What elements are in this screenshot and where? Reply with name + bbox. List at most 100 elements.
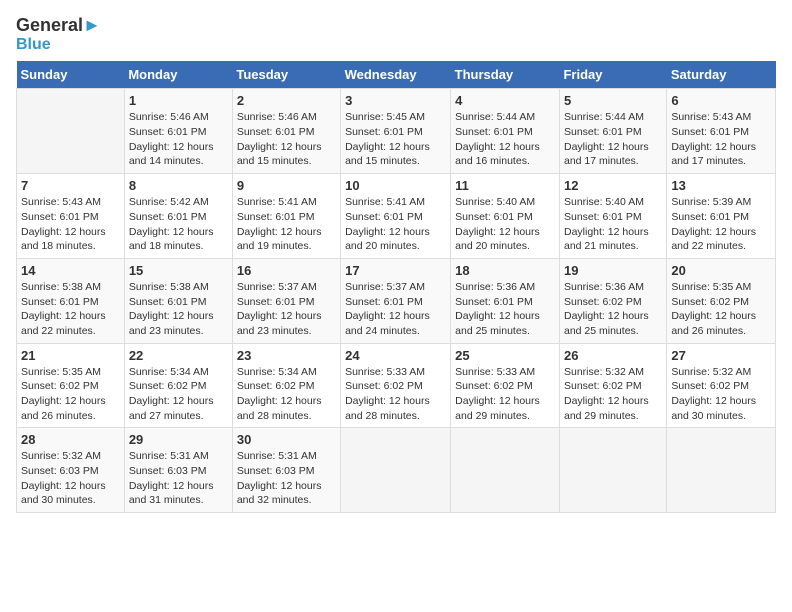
calendar-cell xyxy=(559,428,666,513)
calendar-cell: 23 Sunrise: 5:34 AM Sunset: 6:02 PM Dayli… xyxy=(232,343,340,428)
calendar-cell: 25 Sunrise: 5:33 AM Sunset: 6:02 PM Dayli… xyxy=(451,343,560,428)
day-number: 4 xyxy=(455,93,555,108)
day-header-friday: Friday xyxy=(559,61,666,89)
day-number: 7 xyxy=(21,178,120,193)
day-number: 8 xyxy=(129,178,228,193)
calendar-table: SundayMondayTuesdayWednesdayThursdayFrid… xyxy=(16,61,776,513)
day-info: Sunrise: 5:35 AM Sunset: 6:02 PM Dayligh… xyxy=(21,365,120,424)
calendar-cell: 21Sunrise: 5:35 AM Sunset: 6:02 PM Dayli… xyxy=(17,343,125,428)
day-number: 14 xyxy=(21,263,120,278)
day-info: Sunrise: 5:41 AM Sunset: 6:01 PM Dayligh… xyxy=(345,195,446,254)
week-row-3: 14 Sunrise: 5:38 AM Sunset: 6:01 PM Dayli… xyxy=(17,258,776,343)
calendar-cell: 16 Sunrise: 5:37 AM Sunset: 6:01 PM Dayli… xyxy=(232,258,340,343)
day-number: 13 xyxy=(671,178,771,193)
logo-text-blue: Blue xyxy=(16,36,51,54)
calendar-cell: 12 Sunrise: 5:40 AM Sunset: 6:01 PM Dayli… xyxy=(559,174,666,259)
day-info: Sunrise: 5:43 AM Sunset: 6:01 PM Dayligh… xyxy=(21,195,120,254)
day-header-wednesday: Wednesday xyxy=(341,61,451,89)
calendar-cell: 6Sunrise: 5:43 AM Sunset: 6:01 PM Daylig… xyxy=(667,89,776,174)
calendar-cell: 24 Sunrise: 5:33 AM Sunset: 6:02 PM Dayli… xyxy=(341,343,451,428)
day-info: Sunrise: 5:32 AM Sunset: 6:03 PM Dayligh… xyxy=(21,449,120,508)
day-number: 2 xyxy=(237,93,336,108)
day-info: Sunrise: 5:37 AM Sunset: 6:01 PM Dayligh… xyxy=(237,280,336,339)
day-number: 9 xyxy=(237,178,336,193)
calendar-cell: 14 Sunrise: 5:38 AM Sunset: 6:01 PM Dayli… xyxy=(17,258,125,343)
day-number: 25 xyxy=(455,348,555,363)
calendar-cell: 1 Sunrise: 5:46 AM Sunset: 6:01 PM Daylig… xyxy=(124,89,232,174)
day-info: Sunrise: 5:40 AM Sunset: 6:01 PM Dayligh… xyxy=(564,195,662,254)
calendar-cell: 10 Sunrise: 5:41 AM Sunset: 6:01 PM Dayli… xyxy=(341,174,451,259)
calendar-cell: 29Sunrise: 5:31 AM Sunset: 6:03 PM Dayli… xyxy=(124,428,232,513)
day-number: 22 xyxy=(129,348,228,363)
day-header-saturday: Saturday xyxy=(667,61,776,89)
day-info: Sunrise: 5:38 AM Sunset: 6:01 PM Dayligh… xyxy=(129,280,228,339)
day-info: Sunrise: 5:42 AM Sunset: 6:01 PM Dayligh… xyxy=(129,195,228,254)
day-number: 12 xyxy=(564,178,662,193)
day-info: Sunrise: 5:32 AM Sunset: 6:02 PM Dayligh… xyxy=(564,365,662,424)
logo-text: General► xyxy=(16,16,101,36)
day-info: Sunrise: 5:33 AM Sunset: 6:02 PM Dayligh… xyxy=(345,365,446,424)
day-info: Sunrise: 5:46 AM Sunset: 6:01 PM Dayligh… xyxy=(129,110,228,169)
day-info: Sunrise: 5:45 AM Sunset: 6:01 PM Dayligh… xyxy=(345,110,446,169)
day-info: Sunrise: 5:36 AM Sunset: 6:01 PM Dayligh… xyxy=(455,280,555,339)
day-number: 6 xyxy=(671,93,771,108)
logo: General► Blue xyxy=(16,16,101,53)
day-info: Sunrise: 5:34 AM Sunset: 6:02 PM Dayligh… xyxy=(237,365,336,424)
day-number: 1 xyxy=(129,93,228,108)
day-header-tuesday: Tuesday xyxy=(232,61,340,89)
page-header: General► Blue xyxy=(16,16,776,53)
calendar-cell: 15Sunrise: 5:38 AM Sunset: 6:01 PM Dayli… xyxy=(124,258,232,343)
calendar-cell: 11 Sunrise: 5:40 AM Sunset: 6:01 PM Dayli… xyxy=(451,174,560,259)
calendar-cell: 28 Sunrise: 5:32 AM Sunset: 6:03 PM Dayli… xyxy=(17,428,125,513)
calendar-cell: 4Sunrise: 5:44 AM Sunset: 6:01 PM Daylig… xyxy=(451,89,560,174)
day-info: Sunrise: 5:46 AM Sunset: 6:01 PM Dayligh… xyxy=(237,110,336,169)
calendar-cell: 30 Sunrise: 5:31 AM Sunset: 6:03 PM Dayli… xyxy=(232,428,340,513)
day-info: Sunrise: 5:36 AM Sunset: 6:02 PM Dayligh… xyxy=(564,280,662,339)
calendar-cell xyxy=(667,428,776,513)
day-info: Sunrise: 5:44 AM Sunset: 6:01 PM Dayligh… xyxy=(564,110,662,169)
calendar-cell: 3Sunrise: 5:45 AM Sunset: 6:01 PM Daylig… xyxy=(341,89,451,174)
calendar-cell: 27 Sunrise: 5:32 AM Sunset: 6:02 PM Dayli… xyxy=(667,343,776,428)
day-info: Sunrise: 5:39 AM Sunset: 6:01 PM Dayligh… xyxy=(671,195,771,254)
calendar-cell: 17Sunrise: 5:37 AM Sunset: 6:01 PM Dayli… xyxy=(341,258,451,343)
day-info: Sunrise: 5:32 AM Sunset: 6:02 PM Dayligh… xyxy=(671,365,771,424)
day-number: 20 xyxy=(671,263,771,278)
day-number: 26 xyxy=(564,348,662,363)
day-info: Sunrise: 5:41 AM Sunset: 6:01 PM Dayligh… xyxy=(237,195,336,254)
day-number: 16 xyxy=(237,263,336,278)
day-info: Sunrise: 5:33 AM Sunset: 6:02 PM Dayligh… xyxy=(455,365,555,424)
calendar-cell: 7 Sunrise: 5:43 AM Sunset: 6:01 PM Daylig… xyxy=(17,174,125,259)
day-number: 23 xyxy=(237,348,336,363)
day-header-sunday: Sunday xyxy=(17,61,125,89)
calendar-header-row: SundayMondayTuesdayWednesdayThursdayFrid… xyxy=(17,61,776,89)
day-info: Sunrise: 5:37 AM Sunset: 6:01 PM Dayligh… xyxy=(345,280,446,339)
calendar-cell: 13 Sunrise: 5:39 AM Sunset: 6:01 PM Dayli… xyxy=(667,174,776,259)
calendar-cell xyxy=(341,428,451,513)
day-number: 30 xyxy=(237,432,336,447)
calendar-cell: 26 Sunrise: 5:32 AM Sunset: 6:02 PM Dayli… xyxy=(559,343,666,428)
calendar-cell: 5 Sunrise: 5:44 AM Sunset: 6:01 PM Daylig… xyxy=(559,89,666,174)
calendar-cell: 9 Sunrise: 5:41 AM Sunset: 6:01 PM Daylig… xyxy=(232,174,340,259)
day-number: 18 xyxy=(455,263,555,278)
calendar-cell: 22 Sunrise: 5:34 AM Sunset: 6:02 PM Dayli… xyxy=(124,343,232,428)
day-info: Sunrise: 5:40 AM Sunset: 6:01 PM Dayligh… xyxy=(455,195,555,254)
day-number: 28 xyxy=(21,432,120,447)
calendar-cell: 20 Sunrise: 5:35 AM Sunset: 6:02 PM Dayli… xyxy=(667,258,776,343)
day-number: 24 xyxy=(345,348,446,363)
day-info: Sunrise: 5:38 AM Sunset: 6:01 PM Dayligh… xyxy=(21,280,120,339)
day-number: 5 xyxy=(564,93,662,108)
day-info: Sunrise: 5:34 AM Sunset: 6:02 PM Dayligh… xyxy=(129,365,228,424)
day-info: Sunrise: 5:31 AM Sunset: 6:03 PM Dayligh… xyxy=(129,449,228,508)
day-number: 19 xyxy=(564,263,662,278)
week-row-5: 28 Sunrise: 5:32 AM Sunset: 6:03 PM Dayli… xyxy=(17,428,776,513)
day-info: Sunrise: 5:35 AM Sunset: 6:02 PM Dayligh… xyxy=(671,280,771,339)
week-row-2: 7 Sunrise: 5:43 AM Sunset: 6:01 PM Daylig… xyxy=(17,174,776,259)
day-number: 10 xyxy=(345,178,446,193)
calendar-cell xyxy=(17,89,125,174)
calendar-cell: 19 Sunrise: 5:36 AM Sunset: 6:02 PM Dayli… xyxy=(559,258,666,343)
day-info: Sunrise: 5:31 AM Sunset: 6:03 PM Dayligh… xyxy=(237,449,336,508)
calendar-cell: 2 Sunrise: 5:46 AM Sunset: 6:01 PM Daylig… xyxy=(232,89,340,174)
day-number: 11 xyxy=(455,178,555,193)
day-number: 27 xyxy=(671,348,771,363)
calendar-cell: 18 Sunrise: 5:36 AM Sunset: 6:01 PM Dayli… xyxy=(451,258,560,343)
